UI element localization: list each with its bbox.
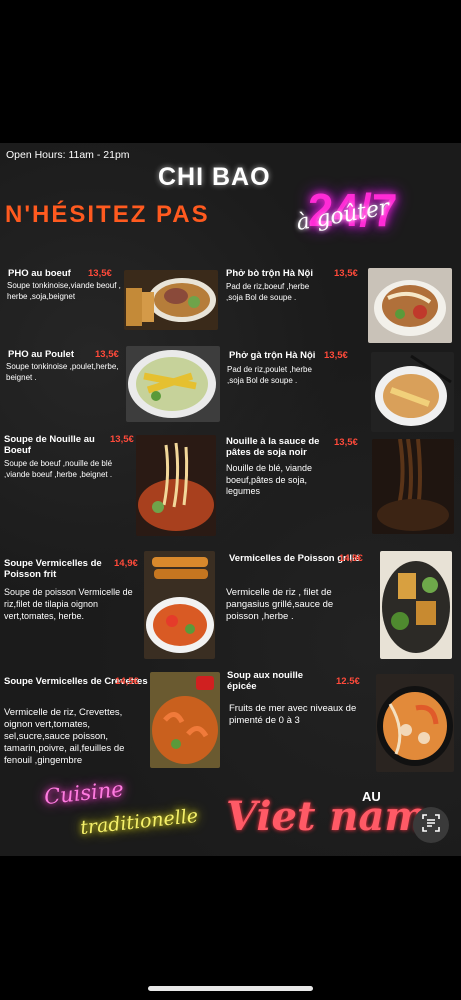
item-desc: Pad de riz,boeuf ,herbe ,soja Bol de sou… <box>226 282 310 302</box>
item-name: Phở bò trộn Hà Nội <box>226 268 313 279</box>
item-price: 14,5€ <box>115 676 139 687</box>
poisson-frit-photo <box>144 551 215 659</box>
item-name: Soupe Vermicelles de Poisson frit <box>4 558 102 580</box>
item-desc: Pad de riz,poulet ,herbe ,soja Bol de so… <box>227 365 312 385</box>
neon-traditionelle: traditionelle <box>79 804 200 840</box>
item-desc: Soupe de poisson Vermicelle de riz,filet… <box>4 587 133 621</box>
item-desc: Vermicelle de riz, Crevettes, oignon ver… <box>4 707 125 766</box>
item-price: 14,9€ <box>339 553 363 564</box>
item-name: Nouille à la sauce de pâtes de soja noir <box>226 436 320 458</box>
pho-poulet-photo <box>126 346 220 422</box>
label-au: AU <box>362 789 381 804</box>
item-price: 13,5€ <box>88 268 112 279</box>
item-name: Soupe de Nouille au Boeuf <box>4 434 95 456</box>
pho-bo-tron-photo <box>368 268 452 343</box>
soup-epicee-photo <box>376 674 454 772</box>
item-price: 13,5€ <box>95 349 119 360</box>
home-indicator[interactable] <box>148 986 313 991</box>
item-desc: Soupe tonkinoise ,poulet,herbe, beignet … <box>6 362 119 382</box>
item-price: 12.5€ <box>336 676 360 687</box>
item-price: 13,5€ <box>110 434 134 445</box>
item-name: PHO au Poulet <box>8 349 74 360</box>
item-desc: Soupe tonkinoise,viande beouf , herbe ,s… <box>7 281 121 301</box>
pho-ga-tron-photo <box>371 352 454 432</box>
item-desc: Vermicelle de riz , filet de pangasius g… <box>226 587 334 622</box>
neon-vietnam: Viet nam <box>226 793 427 840</box>
scan-text-button[interactable] <box>413 807 449 843</box>
item-price: 13,5€ <box>324 350 348 361</box>
neon-cuisine: Cuisine <box>42 776 125 810</box>
scan-text-icon <box>421 813 441 838</box>
brand-name: CHI BAO <box>158 163 271 191</box>
crevettes-photo <box>150 672 220 768</box>
item-desc: Soupe de boeuf ,nouille de blé ,viande b… <box>4 459 113 479</box>
open-hours: Open Hours: 11am - 21pm <box>6 149 130 161</box>
nouille-boeuf-photo <box>136 435 216 536</box>
item-price: 13,5€ <box>334 437 358 448</box>
item-name: Phở gà trộn Hà Nội <box>229 350 316 361</box>
item-desc: Nouille de blé, viande boeuf,pâtes de so… <box>226 463 313 496</box>
nouille-soja-photo <box>372 439 454 534</box>
poisson-grille-photo <box>380 551 452 659</box>
menu-image: Open Hours: 11am - 21pm CHI BAO 24/7 à g… <box>0 143 461 856</box>
slogan: N'HÉSITEZ PAS <box>5 201 210 228</box>
item-price: 14,9€ <box>114 558 138 569</box>
item-price: 13,5€ <box>334 268 358 279</box>
item-name: Soup aux nouille épicée <box>227 670 304 692</box>
item-desc: Fruits de mer avec niveaux de pimenté de… <box>229 703 357 726</box>
pho-boeuf-photo <box>124 270 218 330</box>
item-name: PHO au boeuf <box>8 268 71 279</box>
